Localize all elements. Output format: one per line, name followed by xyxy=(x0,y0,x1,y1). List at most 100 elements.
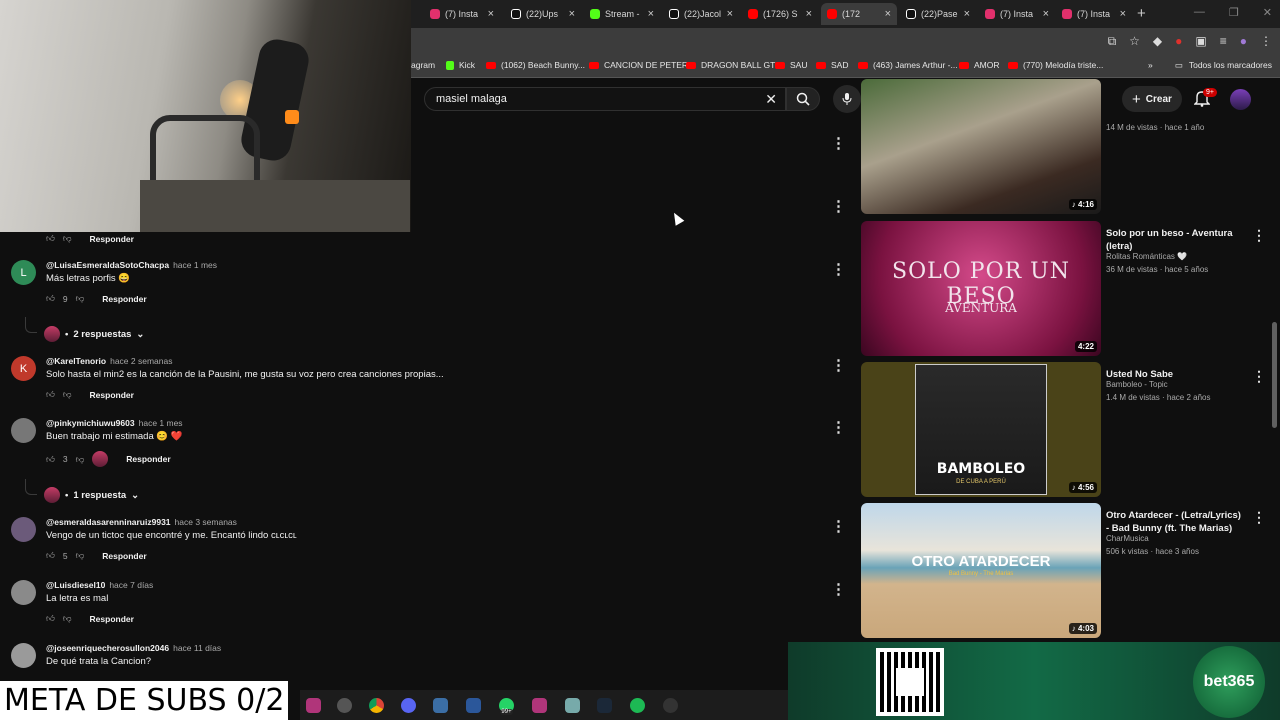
comment-menu-icon[interactable]: ⋮ xyxy=(831,517,846,535)
profile-icon[interactable]: ● xyxy=(1240,34,1247,49)
bookmark[interactable]: AMOR xyxy=(959,60,1000,70)
obs-icon[interactable] xyxy=(337,698,352,713)
video-menu-icon[interactable]: ⋮ xyxy=(1252,509,1266,526)
like-icon[interactable]: 👍︎ xyxy=(46,613,55,624)
cast-icon[interactable]: ⧉ xyxy=(1108,34,1117,49)
reply-button[interactable]: Responder xyxy=(90,390,134,400)
bookmark[interactable]: agram xyxy=(411,60,435,70)
discord-icon[interactable] xyxy=(401,698,416,713)
search-input[interactable] xyxy=(436,93,756,105)
bookmark[interactable]: SAD xyxy=(816,60,848,70)
comment-author[interactable]: @KarelTenorio hace 2 semanas xyxy=(46,356,172,366)
comment-menu-icon[interactable]: ⋮ xyxy=(831,418,846,436)
comment-menu-icon[interactable]: ⋮ xyxy=(831,134,846,152)
dislike-icon[interactable]: 👎︎ xyxy=(76,550,85,561)
create-button[interactable]: + Crear xyxy=(1122,86,1182,112)
account-avatar[interactable] xyxy=(1230,89,1251,110)
video-thumbnail[interactable]: OTRO ATARDECER Bad Bunny - The Marias ♪ … xyxy=(861,503,1101,638)
channel-name[interactable]: Rolitas Románticas 🤍 xyxy=(1106,252,1187,261)
minimize-icon[interactable]: — xyxy=(1194,6,1205,19)
app-icon[interactable] xyxy=(565,698,580,713)
comment-author[interactable]: @Luisdiesel10 hace 7 días xyxy=(46,580,153,590)
close-window-icon[interactable]: ✕ xyxy=(1263,6,1272,19)
close-icon[interactable]: × xyxy=(885,8,891,20)
like-icon[interactable]: 👍︎ xyxy=(46,293,55,304)
like-icon[interactable]: 👍︎ xyxy=(46,454,55,465)
all-bookmarks-folder[interactable]: ▭ Todos los marcadores xyxy=(1175,60,1272,71)
steam-icon[interactable] xyxy=(597,698,612,713)
reading-list-icon[interactable]: ≡ xyxy=(1220,34,1227,49)
dislike-icon[interactable]: 👎︎ xyxy=(76,293,85,304)
show-replies-button[interactable]: • 2 respuestas ⌄ xyxy=(44,326,144,342)
chrome-icon[interactable] xyxy=(369,698,384,713)
dislike-icon[interactable]: 👎︎ xyxy=(63,613,72,624)
video-title[interactable]: Otro Atardecer - (Letra/Lyrics) - Bad Bu… xyxy=(1106,509,1242,535)
app-icon[interactable] xyxy=(306,698,321,713)
app-icon[interactable] xyxy=(532,698,547,713)
bookmark[interactable]: Kick xyxy=(446,60,475,70)
comment-author[interactable]: @LuisaEsmeraldaSotoChacpa hace 1 mes xyxy=(46,260,217,270)
extension-red-icon[interactable]: ● xyxy=(1175,34,1182,49)
avatar[interactable] xyxy=(11,517,36,542)
video-thumbnail[interactable]: ♪ 4:16 xyxy=(861,79,1101,214)
browser-tab[interactable]: (1726) S × xyxy=(742,3,818,25)
browser-tab[interactable]: (7) Insta × xyxy=(1056,3,1132,25)
avatar[interactable]: L xyxy=(11,260,36,285)
close-icon[interactable]: × xyxy=(727,8,733,20)
comment-menu-icon[interactable]: ⋮ xyxy=(831,197,846,215)
calculator-icon[interactable] xyxy=(433,698,448,713)
bookmark[interactable]: SAU xyxy=(775,60,807,70)
close-icon[interactable]: × xyxy=(806,8,812,20)
browser-tab[interactable]: (22)Pase × xyxy=(900,3,976,25)
whatsapp-icon[interactable]: 99+ xyxy=(499,698,514,715)
browser-tab[interactable]: (22)Ups × xyxy=(505,3,581,25)
channel-name[interactable]: CharMusica xyxy=(1106,534,1149,543)
reply-button[interactable]: Responder xyxy=(126,454,170,464)
like-icon[interactable]: 👍︎ xyxy=(46,233,55,244)
clear-search-icon[interactable]: ✕ xyxy=(765,91,777,108)
word-icon[interactable] xyxy=(466,698,481,713)
dislike-icon[interactable]: 👎︎ xyxy=(63,389,72,400)
spotify-icon[interactable] xyxy=(630,698,645,713)
comment-author[interactable]: @pinkymichiuwu9603 hace 1 mes xyxy=(46,418,183,428)
dislike-icon[interactable]: 👎︎ xyxy=(63,233,72,244)
avatar[interactable] xyxy=(11,580,36,605)
like-icon[interactable]: 👍︎ xyxy=(46,550,55,561)
like-icon[interactable]: 👍︎ xyxy=(46,389,55,400)
extension-icon[interactable]: ◆ xyxy=(1153,34,1162,49)
bookmark[interactable]: CANCION DE PETER xyxy=(589,60,688,70)
more-bookmarks-icon[interactable]: » xyxy=(1148,60,1153,70)
voice-search-button[interactable] xyxy=(833,85,861,113)
avatar[interactable] xyxy=(11,643,36,668)
new-tab-button[interactable]: + xyxy=(1137,5,1146,22)
reply-button[interactable]: Responder xyxy=(90,234,134,244)
browser-tab[interactable]: (22)Jacol × xyxy=(663,3,739,25)
comment-menu-icon[interactable]: ⋮ xyxy=(831,260,846,278)
video-menu-icon[interactable]: ⋮ xyxy=(1252,227,1266,244)
page-scrollbar[interactable] xyxy=(1272,322,1277,428)
dislike-icon[interactable]: 👎︎ xyxy=(76,454,85,465)
browser-tab[interactable]: (7) Insta × xyxy=(979,3,1055,25)
app-icon[interactable] xyxy=(663,698,678,713)
browser-tab[interactable]: Stream - × xyxy=(584,3,660,25)
avatar[interactable] xyxy=(11,418,36,443)
avatar[interactable]: K xyxy=(11,356,36,381)
bookmark[interactable]: (463) James Arthur -... xyxy=(858,60,958,70)
bookmark[interactable]: (770) Melodía triste... xyxy=(1008,60,1103,70)
reply-button[interactable]: Responder xyxy=(102,551,146,561)
video-title[interactable]: Solo por un beso - Aventura (letra) xyxy=(1106,227,1242,253)
reply-button[interactable]: Responder xyxy=(90,614,134,624)
close-icon[interactable]: × xyxy=(1120,8,1126,20)
close-icon[interactable]: × xyxy=(648,8,654,20)
kebab-menu-icon[interactable]: ⋮ xyxy=(1260,34,1272,49)
close-icon[interactable]: × xyxy=(488,8,494,20)
comment-author[interactable]: @esmeraldasarenninaruiz9931 hace 3 semana… xyxy=(46,517,237,527)
browser-tab[interactable]: (7) Insta × xyxy=(424,3,500,25)
bookmark[interactable]: DRAGON BALL GT xyxy=(686,60,775,70)
puzzle-icon[interactable]: ▣ xyxy=(1195,34,1206,49)
comment-author[interactable]: @joseenriquecherosullon2046 hace 11 días xyxy=(46,643,221,653)
comment-menu-icon[interactable]: ⋮ xyxy=(831,580,846,598)
reply-button[interactable]: Responder xyxy=(102,294,146,304)
close-icon[interactable]: × xyxy=(569,8,575,20)
close-icon[interactable]: × xyxy=(964,8,970,20)
